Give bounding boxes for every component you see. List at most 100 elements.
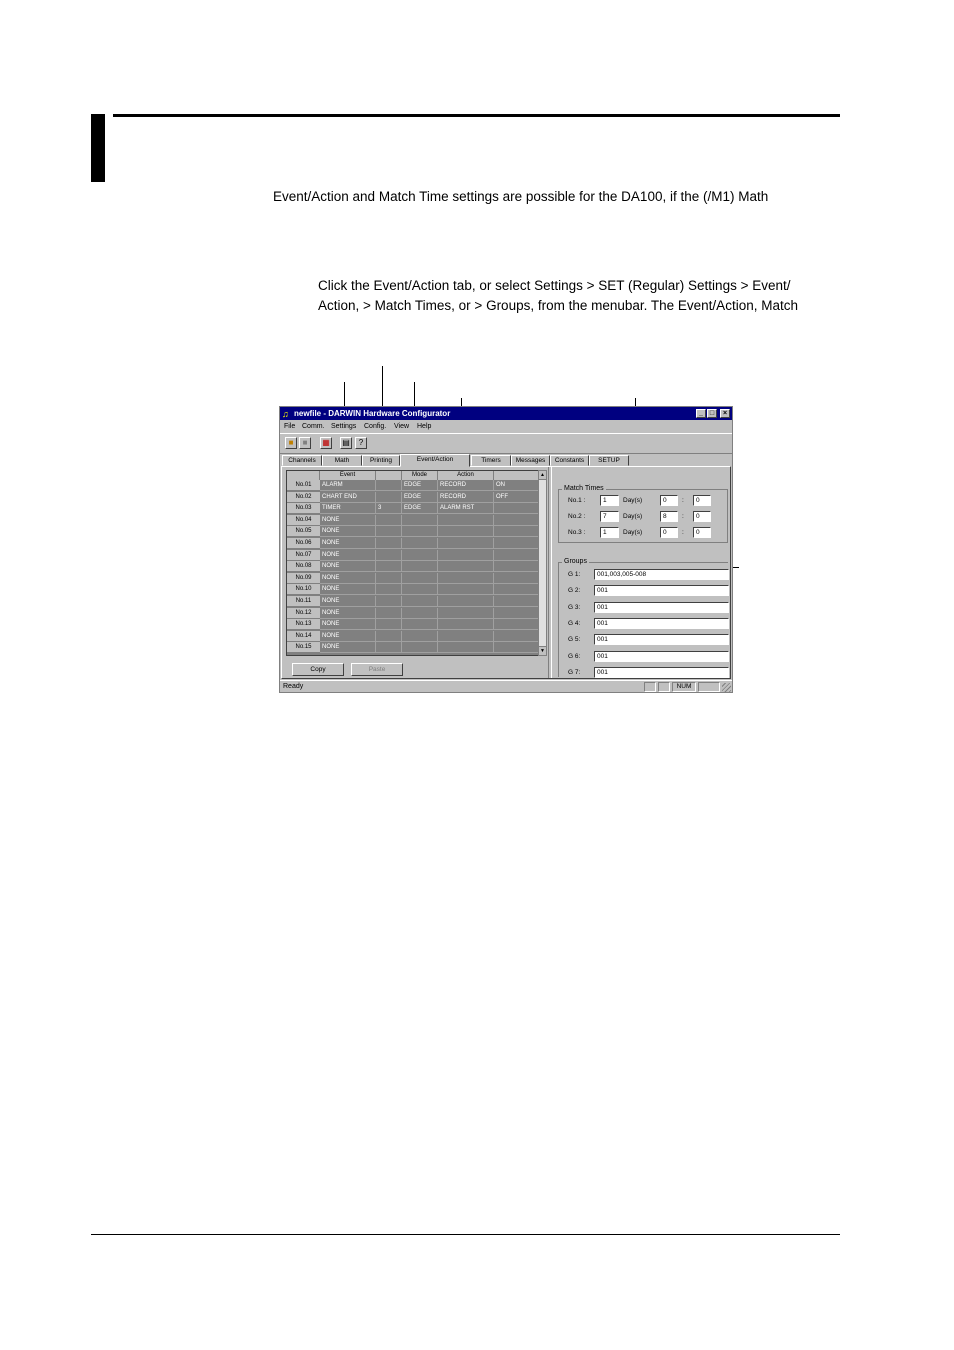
close-icon[interactable]: ×: [720, 409, 730, 418]
cell-number[interactable]: [376, 526, 402, 538]
group-input[interactable]: 001: [594, 601, 729, 613]
cell-number[interactable]: [376, 642, 402, 654]
print-icon[interactable]: ▤: [340, 437, 352, 449]
cell-mode[interactable]: [402, 607, 438, 619]
cell-number[interactable]: [376, 607, 402, 619]
tab-channels[interactable]: Channels: [282, 455, 322, 466]
cell-extra[interactable]: [494, 584, 540, 596]
cell-action[interactable]: [438, 630, 494, 642]
match-time-hour-input[interactable]: 8: [660, 511, 678, 522]
cell-event[interactable]: NONE: [320, 607, 376, 619]
table-scrollbar[interactable]: ▲ ▼: [538, 470, 547, 656]
cell-action[interactable]: [438, 561, 494, 573]
cell-extra[interactable]: [494, 596, 540, 607]
cell-extra[interactable]: [494, 549, 540, 561]
cell-action[interactable]: ALARM RST: [438, 503, 494, 515]
cell-action[interactable]: RECORD: [438, 491, 494, 503]
cell-extra[interactable]: [494, 619, 540, 631]
save-icon[interactable]: ■: [299, 437, 311, 449]
cell-event[interactable]: NONE: [320, 561, 376, 573]
cell-event[interactable]: NONE: [320, 526, 376, 538]
cell-event[interactable]: NONE: [320, 572, 376, 584]
cell-mode[interactable]: [402, 538, 438, 549]
tab-math[interactable]: Math: [322, 455, 362, 466]
cell-event[interactable]: ALARM: [320, 480, 376, 491]
paste-button[interactable]: Paste: [351, 663, 403, 676]
cell-number[interactable]: [376, 549, 402, 561]
copy-button[interactable]: Copy: [292, 663, 344, 676]
tab-timers[interactable]: Timers: [471, 455, 511, 466]
menu-file[interactable]: File: [284, 421, 295, 432]
cell-action[interactable]: [438, 607, 494, 619]
cell-event[interactable]: TIMER: [320, 503, 376, 515]
cell-action[interactable]: [438, 549, 494, 561]
cell-extra[interactable]: [494, 572, 540, 584]
match-time-minute-input[interactable]: 0: [693, 511, 711, 522]
cell-extra[interactable]: [494, 607, 540, 619]
tab-constants[interactable]: Constants: [550, 455, 589, 466]
cell-mode[interactable]: EDGE: [402, 503, 438, 515]
match-time-day-input[interactable]: 7: [600, 511, 619, 522]
resize-grip-icon[interactable]: [722, 683, 731, 692]
cell-mode[interactable]: [402, 642, 438, 654]
cell-extra[interactable]: [494, 526, 540, 538]
help-icon[interactable]: ?: [355, 437, 367, 449]
cell-mode[interactable]: [402, 596, 438, 607]
cell-number[interactable]: [376, 584, 402, 596]
event-action-table[interactable]: Event Mode Action No.01 ALARM EDGE RECORD ON…: [286, 470, 541, 656]
cell-number[interactable]: [376, 630, 402, 642]
cell-event[interactable]: NONE: [320, 596, 376, 607]
cell-mode[interactable]: [402, 572, 438, 584]
menu-config[interactable]: Config.: [364, 421, 386, 432]
menu-settings[interactable]: Settings: [331, 421, 356, 432]
scroll-down-icon[interactable]: ▼: [539, 646, 546, 655]
tab-event-action[interactable]: Event/Action: [400, 454, 470, 467]
cell-event[interactable]: CHART END: [320, 491, 376, 503]
cell-number[interactable]: [376, 596, 402, 607]
cell-action[interactable]: [438, 514, 494, 526]
cell-action[interactable]: [438, 526, 494, 538]
maximize-icon[interactable]: □: [707, 409, 717, 418]
match-time-day-input[interactable]: 1: [600, 495, 619, 506]
cell-extra[interactable]: [494, 503, 540, 515]
match-time-hour-input[interactable]: 0: [660, 527, 678, 538]
cell-number[interactable]: [376, 561, 402, 573]
cell-event[interactable]: NONE: [320, 514, 376, 526]
menu-help[interactable]: Help: [417, 421, 431, 432]
cell-extra[interactable]: [494, 514, 540, 526]
cell-number[interactable]: [376, 491, 402, 503]
cell-extra[interactable]: [494, 561, 540, 573]
match-time-minute-input[interactable]: 0: [693, 527, 711, 538]
group-input[interactable]: 001,003,005-008: [594, 569, 729, 580]
cell-mode[interactable]: [402, 630, 438, 642]
cell-mode[interactable]: EDGE: [402, 480, 438, 491]
group-input[interactable]: 001: [594, 585, 729, 597]
group-input[interactable]: 001: [594, 634, 729, 646]
cell-mode[interactable]: [402, 619, 438, 631]
cell-mode[interactable]: [402, 549, 438, 561]
cell-mode[interactable]: [402, 584, 438, 596]
cell-mode[interactable]: [402, 526, 438, 538]
cell-action[interactable]: [438, 584, 494, 596]
cell-extra[interactable]: OFF: [494, 491, 540, 503]
open-folder-icon[interactable]: ■: [285, 437, 297, 449]
cell-action[interactable]: [438, 538, 494, 549]
match-time-day-input[interactable]: 1: [600, 527, 619, 538]
cell-extra[interactable]: [494, 642, 540, 654]
cell-event[interactable]: NONE: [320, 549, 376, 561]
cell-event[interactable]: NONE: [320, 584, 376, 596]
cell-number[interactable]: [376, 572, 402, 584]
match-time-minute-input[interactable]: 0: [693, 495, 711, 506]
menu-view[interactable]: View: [394, 421, 409, 432]
cell-number[interactable]: [376, 538, 402, 549]
cell-number[interactable]: [376, 619, 402, 631]
tab-messages[interactable]: Messages: [511, 455, 550, 466]
cell-extra[interactable]: [494, 630, 540, 642]
match-time-hour-input[interactable]: 0: [660, 495, 678, 506]
group-input[interactable]: 001: [594, 617, 729, 629]
group-input[interactable]: 001: [594, 650, 729, 662]
cell-mode[interactable]: [402, 514, 438, 526]
cell-event[interactable]: NONE: [320, 619, 376, 631]
cell-mode[interactable]: EDGE: [402, 491, 438, 503]
cell-extra[interactable]: [494, 538, 540, 549]
